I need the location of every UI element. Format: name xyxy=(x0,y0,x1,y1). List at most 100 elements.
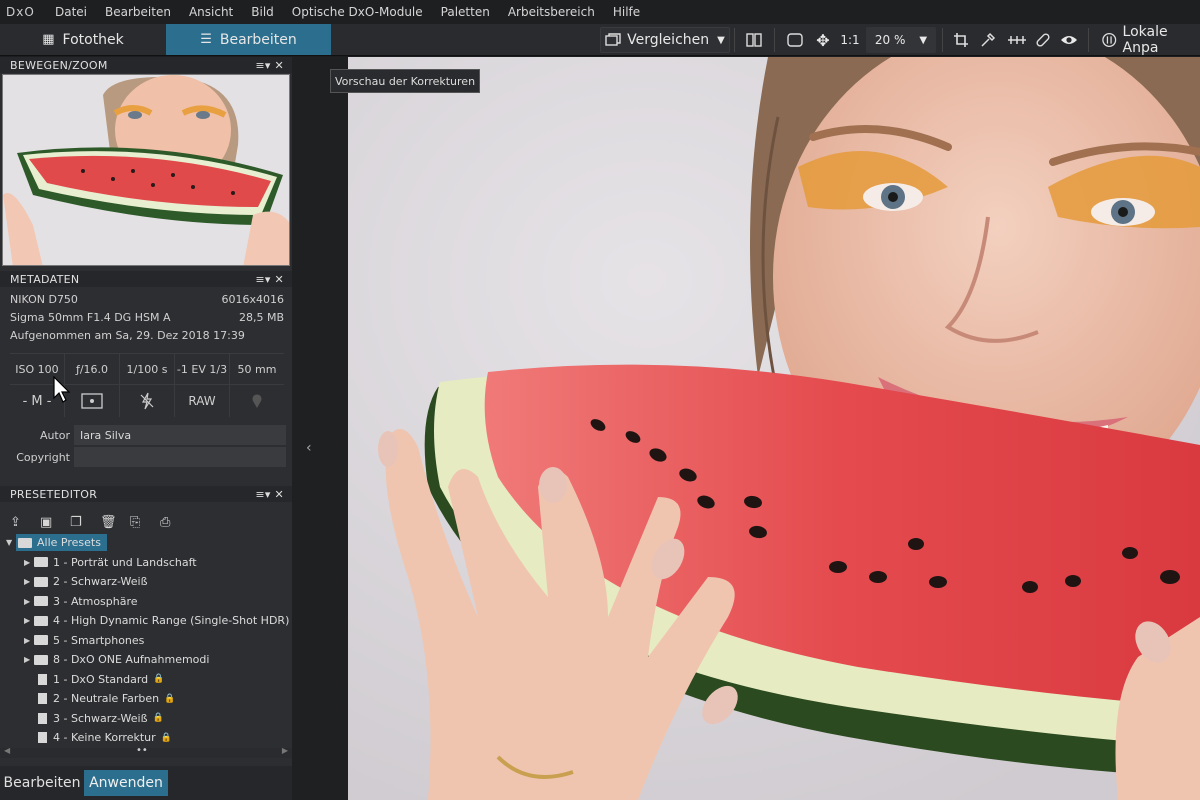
image-viewer[interactable] xyxy=(348,57,1200,800)
tree-root[interactable]: ▼ Alle Presets xyxy=(0,533,292,553)
mouse-cursor-icon xyxy=(53,376,71,403)
folder-label: 4 - High Dynamic Range (Single-Shot HDR) xyxy=(53,614,290,628)
move-tool-button[interactable]: ✥ xyxy=(812,27,834,53)
tab-edit-label: Bearbeiten xyxy=(219,31,297,48)
no-flash-icon xyxy=(120,385,175,417)
menu-bearbeiten[interactable]: Bearbeiten xyxy=(96,5,180,19)
meta-lens: Sigma 50mm F1.4 DG HSM A xyxy=(10,311,171,324)
local-adjustments-label: Lokale Anpa xyxy=(1122,24,1168,56)
tab-library-label: Fotothek xyxy=(62,31,124,48)
scroll-handle[interactable]: •• xyxy=(136,745,148,756)
navigator-thumbnail[interactable] xyxy=(2,74,290,266)
meta-date-row: Aufgenommen am Sa, 29. Dez 2018 17:39 xyxy=(10,329,284,342)
folder-label: 1 - Porträt und Landschaft xyxy=(53,555,197,569)
menu-arbeitsbereich[interactable]: Arbeitsbereich xyxy=(499,5,604,19)
tab-edit[interactable]: ☰ Bearbeiten xyxy=(166,24,331,55)
split-view-button[interactable] xyxy=(742,27,766,53)
split-view-icon xyxy=(746,33,762,47)
preset-file-icon xyxy=(38,673,47,685)
export-preset-icon[interactable]: ⎘ xyxy=(130,515,160,530)
collapsed-arrow-icon[interactable]: ▶ xyxy=(24,655,34,664)
collapse-panel-icon[interactable]: ‹ xyxy=(306,440,312,456)
folder-label: 3 - Atmosphäre xyxy=(53,594,138,608)
collapsed-arrow-icon[interactable]: ▶ xyxy=(24,577,34,586)
zoom-100-button[interactable]: 1:1 xyxy=(838,27,862,53)
panel-title: BEWEGEN/ZOOM xyxy=(10,58,108,72)
local-adjustments-button[interactable]: Lokale Anpa xyxy=(1094,24,1200,56)
repair-button[interactable] xyxy=(1032,27,1054,53)
tab-library[interactable]: ▦ Fotothek xyxy=(0,24,166,55)
duplicate-preset-icon[interactable]: ❐ xyxy=(70,515,100,530)
eyedropper-icon xyxy=(981,32,996,47)
collapsed-arrow-icon[interactable]: ▶ xyxy=(24,597,34,606)
copyright-field[interactable] xyxy=(74,447,286,467)
menu-hilfe[interactable]: Hilfe xyxy=(604,5,649,19)
collapsed-arrow-icon[interactable]: ▶ xyxy=(24,558,34,567)
menu-paletten[interactable]: Paletten xyxy=(432,5,499,19)
preset-settings-icon[interactable]: ⎙ xyxy=(160,515,190,530)
preset-file-icon xyxy=(38,732,47,744)
tree-preset[interactable]: 3 - Schwarz-Weiß 🔒 xyxy=(0,709,292,729)
tree-preset[interactable]: 1 - DxO Standard 🔒 xyxy=(0,670,292,690)
folder-icon xyxy=(34,635,48,646)
tree-folder[interactable]: ▶ 8 - DxO ONE Aufnahmemodi xyxy=(0,650,292,670)
fit-screen-button[interactable] xyxy=(784,27,806,53)
lock-icon: 🔒 xyxy=(160,732,172,743)
zoom-value: 20 % xyxy=(874,33,906,47)
menu-datei[interactable]: Datei xyxy=(46,5,96,19)
lock-icon: 🔒 xyxy=(152,713,164,724)
crop-button[interactable] xyxy=(950,27,972,53)
tree-folder[interactable]: ▶ 4 - High Dynamic Range (Single-Shot HDR… xyxy=(0,611,292,631)
menu-optische-module[interactable]: Optische DxO-Module xyxy=(283,5,432,19)
collapsed-arrow-icon[interactable]: ▶ xyxy=(24,616,34,625)
horizon-button[interactable] xyxy=(1004,27,1030,53)
author-row: Autor Iara Silva xyxy=(10,425,286,445)
panel-menu-close-icon[interactable]: ≡▾ ✕ xyxy=(255,273,284,286)
exif-focal: 50 mm xyxy=(237,362,277,376)
preview-eye-button[interactable] xyxy=(1058,27,1080,53)
folder-label: 8 - DxO ONE Aufnahmemodi xyxy=(53,653,210,667)
tree-folder[interactable]: ▶ 1 - Porträt und Landschaft xyxy=(0,553,292,573)
eyedropper-button[interactable] xyxy=(977,27,999,53)
tree-root-label: Alle Presets xyxy=(37,536,101,550)
menu-bar: DxO Datei Bearbeiten Ansicht Bild Optisc… xyxy=(0,0,1200,24)
meta-camera: NIKON D750 xyxy=(10,293,78,306)
apply-button[interactable]: Anwenden xyxy=(84,770,168,796)
new-preset-icon[interactable]: ▣ xyxy=(40,515,70,530)
compare-button[interactable]: Vergleichen ▼ xyxy=(600,27,730,53)
panel-divider xyxy=(292,57,348,800)
menu-bild[interactable]: Bild xyxy=(242,5,283,19)
folder-label: 5 - Smartphones xyxy=(53,633,145,647)
exif-grid: ISO 100 ƒ/16.0 1/100 s -1 EV 1/3 50 mm -… xyxy=(10,353,284,417)
meta-lens-row: Sigma 50mm F1.4 DG HSM A 28,5 MB xyxy=(10,311,284,324)
move-icon: ✥ xyxy=(816,30,830,50)
tree-folder[interactable]: ▶ 2 - Schwarz-Weiß xyxy=(0,572,292,592)
collapsed-arrow-icon[interactable]: ▶ xyxy=(24,636,34,645)
menu-ansicht[interactable]: Ansicht xyxy=(180,5,242,19)
exif-format: RAW xyxy=(175,385,230,417)
zoom-select[interactable]: 20 % ▼ xyxy=(866,27,936,53)
panel-menu-close-icon[interactable]: ≡▾ ✕ xyxy=(255,59,284,72)
panel-title: METADATEN xyxy=(10,272,80,286)
tree-folder[interactable]: ▶ 5 - Smartphones xyxy=(0,631,292,651)
preset-label: 3 - Schwarz-Weiß xyxy=(53,711,148,725)
exif-exposure: -1 EV 1/3 xyxy=(175,354,230,384)
import-preset-icon[interactable]: ⇪ xyxy=(10,515,40,530)
delete-preset-icon[interactable]: 🗑 xyxy=(100,515,130,530)
horizontal-scrollbar[interactable]: ◀ •• ▶ xyxy=(0,745,292,758)
scroll-left-icon[interactable]: ◀ xyxy=(4,746,10,755)
edit-button[interactable]: Bearbeiten xyxy=(4,770,81,796)
folder-label: 2 - Schwarz-Weiß xyxy=(53,575,148,589)
chevron-down-icon[interactable]: ▼ xyxy=(717,35,725,46)
tree-preset[interactable]: 2 - Neutrale Farben 🔒 xyxy=(0,689,292,709)
scroll-right-icon[interactable]: ▶ xyxy=(282,746,288,755)
folder-icon xyxy=(34,557,48,568)
grid-icon: ▦ xyxy=(42,32,55,47)
tree-folder[interactable]: ▶ 3 - Atmosphäre xyxy=(0,592,292,612)
expanded-arrow-icon[interactable]: ▼ xyxy=(6,538,16,547)
compare-icon xyxy=(605,33,621,46)
author-field[interactable]: Iara Silva xyxy=(74,425,286,445)
meta-dimensions: 6016x4016 xyxy=(221,293,285,306)
panel-menu-close-icon[interactable]: ≡▾ ✕ xyxy=(255,488,284,501)
preset-label: 4 - Keine Korrektur xyxy=(53,731,156,745)
